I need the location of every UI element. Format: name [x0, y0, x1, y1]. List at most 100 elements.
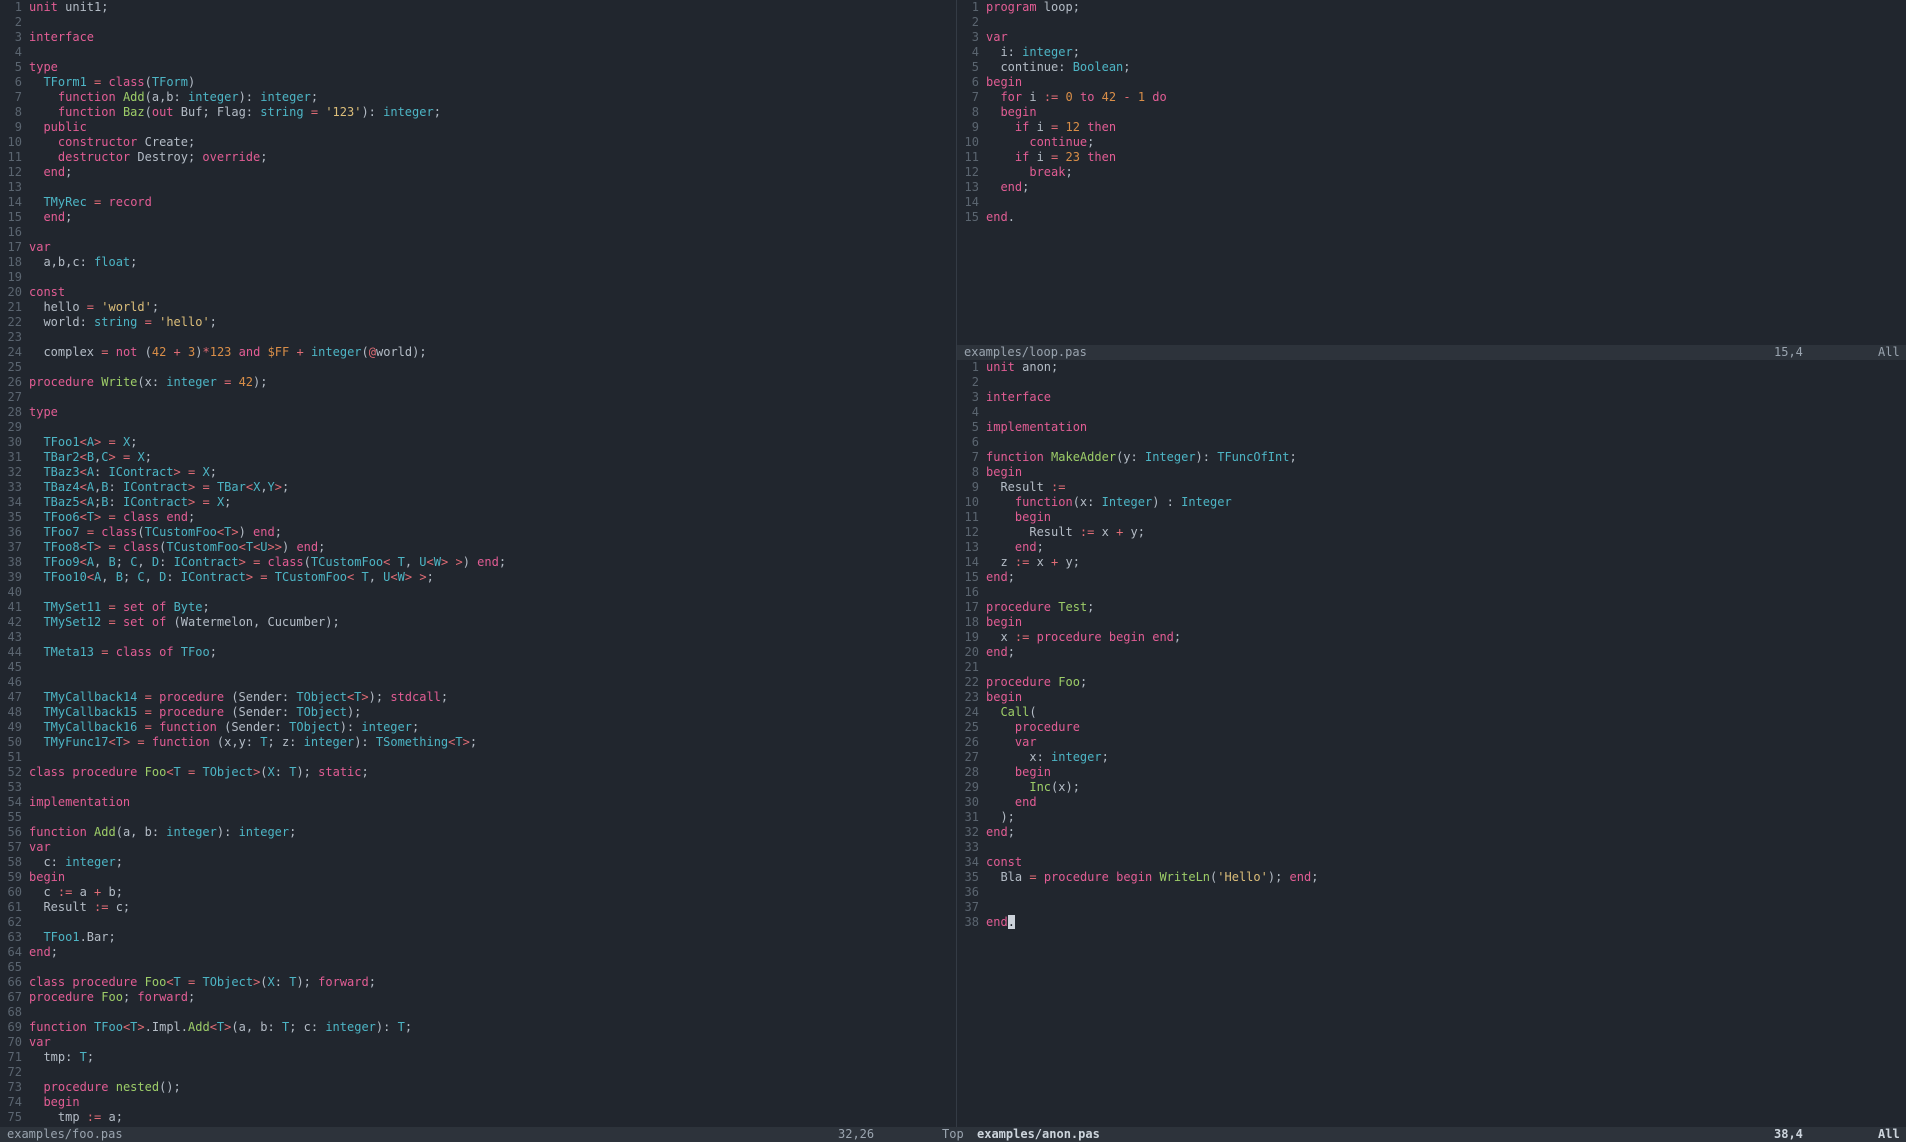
code-line[interactable]: 6: [957, 435, 1906, 450]
code-line[interactable]: 23begin: [957, 690, 1906, 705]
code-line[interactable]: 29: [0, 420, 956, 435]
code-line[interactable]: 9 Result :=: [957, 480, 1906, 495]
code-line[interactable]: 53: [0, 780, 956, 795]
code-line[interactable]: 42 TMySet12 = set of (Watermelon, Cucumb…: [0, 615, 956, 630]
editor-pane-foo[interactable]: 1unit unit1;23interface45type6 TForm1 = …: [0, 0, 956, 1127]
code-line[interactable]: 14: [957, 195, 1906, 210]
code-line[interactable]: 64end;: [0, 945, 956, 960]
code-line[interactable]: 58 c: integer;: [0, 855, 956, 870]
code-line[interactable]: 37 TFoo8<T> = class(TCustomFoo<T<U>>) en…: [0, 540, 956, 555]
code-line[interactable]: 2: [957, 15, 1906, 30]
code-line[interactable]: 15end;: [957, 570, 1906, 585]
code-line[interactable]: 7function MakeAdder(y: Integer): TFuncOf…: [957, 450, 1906, 465]
code-line[interactable]: 24 complex = not (42 + 3)*123 and $FF + …: [0, 345, 956, 360]
code-line[interactable]: 6begin: [957, 75, 1906, 90]
code-line[interactable]: 16: [0, 225, 956, 240]
code-line[interactable]: 56function Add(a, b: integer): integer;: [0, 825, 956, 840]
code-line[interactable]: 29 Inc(x);: [957, 780, 1906, 795]
code-line[interactable]: 60 c := a + b;: [0, 885, 956, 900]
code-line[interactable]: 22 world: string = 'hello';: [0, 315, 956, 330]
code-line[interactable]: 2: [0, 15, 956, 30]
code-line[interactable]: 8 function Baz(out Buf; Flag: string = '…: [0, 105, 956, 120]
code-line[interactable]: 70var: [0, 1035, 956, 1050]
code-line[interactable]: 27 x: integer;: [957, 750, 1906, 765]
code-line[interactable]: 31 TBar2<B,C> = X;: [0, 450, 956, 465]
code-line[interactable]: 25 procedure: [957, 720, 1906, 735]
code-line[interactable]: 5 continue: Boolean;: [957, 60, 1906, 75]
code-line[interactable]: 1program loop;: [957, 0, 1906, 15]
code-line[interactable]: 18begin: [957, 615, 1906, 630]
code-line[interactable]: 30 TFoo1<A> = X;: [0, 435, 956, 450]
code-line[interactable]: 19: [0, 270, 956, 285]
code-line[interactable]: 4 i: integer;: [957, 45, 1906, 60]
code-line[interactable]: 24 Call(: [957, 705, 1906, 720]
code-line[interactable]: 13 end;: [957, 180, 1906, 195]
code-line[interactable]: 6 TForm1 = class(TForm): [0, 75, 956, 90]
code-line[interactable]: 65: [0, 960, 956, 975]
code-line[interactable]: 36 TFoo7 = class(TCustomFoo<T>) end;: [0, 525, 956, 540]
code-line[interactable]: 16: [957, 585, 1906, 600]
code-line[interactable]: 10 continue;: [957, 135, 1906, 150]
code-line[interactable]: 37: [957, 900, 1906, 915]
code-line[interactable]: 39 TFoo10<A, B; C, D: IContract> = TCust…: [0, 570, 956, 585]
code-line[interactable]: 69function TFoo<T>.Impl.Add<T>(a, b: T; …: [0, 1020, 956, 1035]
code-line[interactable]: 36: [957, 885, 1906, 900]
code-line[interactable]: 51: [0, 750, 956, 765]
code-line[interactable]: 2: [957, 375, 1906, 390]
code-line[interactable]: 20end;: [957, 645, 1906, 660]
code-line[interactable]: 19 x := procedure begin end;: [957, 630, 1906, 645]
code-line[interactable]: 35 TFoo6<T> = class end;: [0, 510, 956, 525]
code-line[interactable]: 17var: [0, 240, 956, 255]
code-line[interactable]: 15 end;: [0, 210, 956, 225]
code-line[interactable]: 18 a,b,c: float;: [0, 255, 956, 270]
code-line[interactable]: 25: [0, 360, 956, 375]
code-line[interactable]: 66class procedure Foo<T = TObject>(X: T)…: [0, 975, 956, 990]
code-line[interactable]: 4: [0, 45, 956, 60]
code-line[interactable]: 9 public: [0, 120, 956, 135]
editor-pane-loop[interactable]: 1program loop;23var4 i: integer;5 contin…: [957, 0, 1906, 345]
code-line[interactable]: 9 if i = 12 then: [957, 120, 1906, 135]
code-line[interactable]: 67procedure Foo; forward;: [0, 990, 956, 1005]
code-line[interactable]: 33 TBaz4<A,B: IContract> = TBar<X,Y>;: [0, 480, 956, 495]
editor-pane-anon[interactable]: 1unit anon;23interface45implementation67…: [957, 360, 1906, 1127]
code-line[interactable]: 1unit unit1;: [0, 0, 956, 15]
code-line[interactable]: 26 var: [957, 735, 1906, 750]
code-line[interactable]: 54implementation: [0, 795, 956, 810]
code-line[interactable]: 57var: [0, 840, 956, 855]
code-line[interactable]: 71 tmp: T;: [0, 1050, 956, 1065]
code-line[interactable]: 17procedure Test;: [957, 600, 1906, 615]
code-line[interactable]: 4: [957, 405, 1906, 420]
code-line[interactable]: 21: [957, 660, 1906, 675]
code-line[interactable]: 45: [0, 660, 956, 675]
code-line[interactable]: 10 function(x: Integer) : Integer: [957, 495, 1906, 510]
code-line[interactable]: 7 function Add(a,b: integer): integer;: [0, 90, 956, 105]
code-line[interactable]: 38end.: [957, 915, 1906, 930]
code-line[interactable]: 15end.: [957, 210, 1906, 225]
code-line[interactable]: 41 TMySet11 = set of Byte;: [0, 600, 956, 615]
code-line[interactable]: 55: [0, 810, 956, 825]
code-line[interactable]: 22procedure Foo;: [957, 675, 1906, 690]
code-line[interactable]: 3interface: [957, 390, 1906, 405]
code-line[interactable]: 3interface: [0, 30, 956, 45]
code-line[interactable]: 12 end;: [0, 165, 956, 180]
code-line[interactable]: 49 TMyCallback16 = function (Sender: TOb…: [0, 720, 956, 735]
code-line[interactable]: 1unit anon;: [957, 360, 1906, 375]
code-line[interactable]: 7 for i := 0 to 42 - 1 do: [957, 90, 1906, 105]
code-line[interactable]: 28type: [0, 405, 956, 420]
code-line[interactable]: 47 TMyCallback14 = procedure (Sender: TO…: [0, 690, 956, 705]
code-line[interactable]: 5type: [0, 60, 956, 75]
code-line[interactable]: 61 Result := c;: [0, 900, 956, 915]
code-line[interactable]: 68: [0, 1005, 956, 1020]
code-line[interactable]: 30 end: [957, 795, 1906, 810]
code-line[interactable]: 34 TBaz5<A;B: IContract> = X;: [0, 495, 956, 510]
code-line[interactable]: 13: [0, 180, 956, 195]
statusline-anon[interactable]: examples/anon.pas 38,4 All: [970, 1127, 1906, 1142]
code-line[interactable]: 20const: [0, 285, 956, 300]
code-line[interactable]: 12 Result := x + y;: [957, 525, 1906, 540]
code-line[interactable]: 13 end;: [957, 540, 1906, 555]
code-line[interactable]: 3var: [957, 30, 1906, 45]
code-line[interactable]: 72: [0, 1065, 956, 1080]
code-line[interactable]: 10 constructor Create;: [0, 135, 956, 150]
code-line[interactable]: 8 begin: [957, 105, 1906, 120]
code-line[interactable]: 62: [0, 915, 956, 930]
